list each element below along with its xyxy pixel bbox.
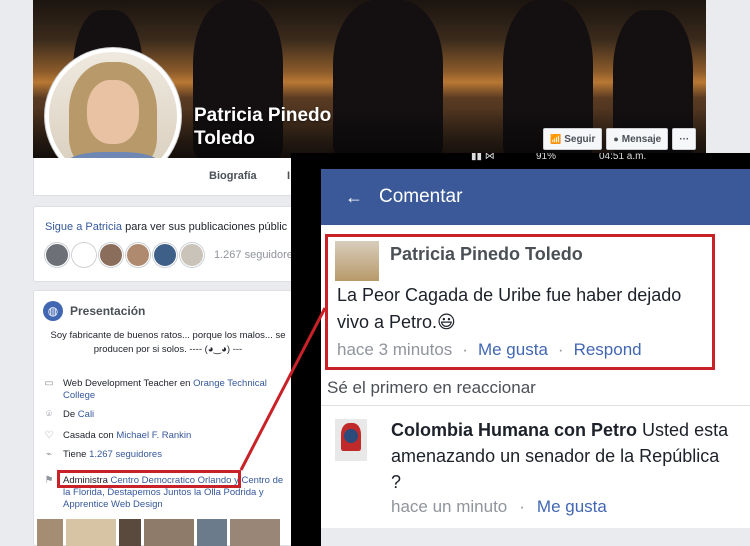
tab-next[interactable]: I: [287, 170, 290, 182]
message-label: Mensaje: [621, 133, 662, 145]
flag-icon: ⚑: [44, 475, 54, 486]
married-prefix: Casada con: [63, 430, 117, 441]
intro-card: ◍ Presentación Soy fabricante de buenos …: [33, 290, 303, 546]
more-button[interactable]: ···: [672, 128, 697, 150]
photo-thumbnail[interactable]: [37, 519, 63, 546]
followers-prefix: Tiene: [63, 449, 90, 460]
follower-count[interactable]: 1.267 seguidore: [214, 249, 293, 261]
follow-prompt: Sigue a Patricia para ver sus publicacio…: [45, 221, 287, 233]
reply-button[interactable]: Respond: [574, 340, 642, 359]
from-row: ⌾ De Cali: [43, 409, 293, 421]
status-bar: ▮▮ ⋈ 91% 04:51 a.m.: [291, 153, 750, 167]
photo-thumbnail[interactable]: [119, 519, 141, 546]
status-time: 04:51 a.m.: [599, 153, 647, 162]
comment-meta: hace 3 minutos · Me gusta · Respond: [337, 340, 642, 359]
tab-biografia[interactable]: Biografía: [209, 170, 257, 182]
from-prefix: De: [63, 409, 78, 420]
rss-icon: 📶: [550, 133, 562, 144]
follower-avatar[interactable]: [126, 243, 150, 267]
reactions-prompt[interactable]: Sé el primero en reaccionar: [327, 378, 536, 398]
followers-link[interactable]: 1.267 seguidores: [89, 449, 162, 460]
from-link[interactable]: Cali: [78, 409, 94, 420]
follow-button[interactable]: 📶 Seguir: [543, 128, 603, 150]
app-bar: ← Comentar: [321, 169, 750, 225]
reply-body: Colombia Humana con Petro Usted esta ame…: [391, 417, 731, 495]
profile-name[interactable]: Patricia Pinedo Toledo: [194, 104, 354, 150]
highlight-box-admin: [57, 470, 241, 488]
signal-icon: ▮▮ ⋈: [471, 153, 495, 162]
follow-link[interactable]: Sigue a Patricia: [45, 221, 122, 233]
follower-avatar[interactable]: [99, 243, 123, 267]
follow-label: Seguir: [564, 133, 596, 145]
message-button[interactable]: ● Mensaje: [606, 128, 669, 150]
comment-text: La Peor Cagada de Uribe fue haber dejado…: [337, 285, 682, 332]
photo-thumbnail[interactable]: [230, 519, 280, 546]
follower-avatar[interactable]: [180, 243, 204, 267]
comment-time: hace 3 minutos: [337, 340, 453, 359]
cover-actions: 📶 Seguir ● Mensaje ···: [543, 128, 697, 150]
follow-rest: para ver sus publicaciones públic: [122, 221, 288, 233]
phone-screenshot: ▮▮ ⋈ 91% 04:51 a.m. ← Comentar Patricia …: [291, 153, 750, 546]
reply-avatar[interactable]: [335, 419, 367, 461]
highlighted-comment: Patricia Pinedo Toledo La Peor Cagada de…: [325, 234, 715, 370]
heart-icon: ♡: [44, 430, 54, 441]
intro-title: Presentación: [70, 304, 146, 318]
location-pin-icon: ⌾: [46, 409, 52, 420]
photo-thumbnail[interactable]: [197, 519, 227, 546]
reply-like-button[interactable]: Me gusta: [537, 497, 607, 516]
rss-icon: ⌁: [45, 449, 53, 460]
back-arrow-icon[interactable]: ←: [345, 187, 365, 208]
like-button[interactable]: Me gusta: [478, 340, 548, 359]
briefcase-icon: ▭: [44, 378, 54, 389]
divider: [321, 405, 750, 406]
reply-meta: hace un minuto · Me gusta: [391, 497, 607, 516]
reply-author[interactable]: Colombia Humana con Petro: [391, 420, 637, 440]
battery-level: 91%: [536, 153, 557, 162]
intro-bio: Soy fabricante de buenos ratos... porque…: [50, 330, 286, 355]
comments-panel: Patricia Pinedo Toledo La Peor Cagada de…: [321, 225, 750, 546]
followers-row: ⌁ Tiene 1.267 seguidores: [43, 449, 293, 461]
work-prefix: Web Development Teacher en: [63, 378, 194, 389]
photo-strip: [37, 519, 280, 546]
follow-card: Sigue a Patricia para ver sus publicacio…: [33, 206, 303, 282]
spouse-link[interactable]: Michael F. Rankin: [116, 430, 191, 441]
reply-time: hace un minuto: [391, 497, 508, 516]
comment-author[interactable]: Patricia Pinedo Toledo: [390, 244, 583, 265]
app-bar-title: Comentar: [379, 186, 463, 207]
follower-avatar[interactable]: [153, 243, 177, 267]
work-row: ▭ Web Development Teacher en Orange Tech…: [43, 378, 293, 402]
photo-thumbnail[interactable]: [66, 519, 116, 546]
photo-thumbnail[interactable]: [144, 519, 194, 546]
follower-avatar[interactable]: [45, 243, 69, 267]
globe-icon: ◍: [43, 301, 63, 321]
message-icon: ●: [613, 134, 619, 144]
commenter-avatar[interactable]: [335, 241, 379, 281]
married-row: ♡ Casada con Michael F. Rankin: [43, 430, 293, 442]
follower-avatar[interactable]: [72, 243, 96, 267]
follower-avatars: 1.267 seguidore: [45, 243, 293, 267]
